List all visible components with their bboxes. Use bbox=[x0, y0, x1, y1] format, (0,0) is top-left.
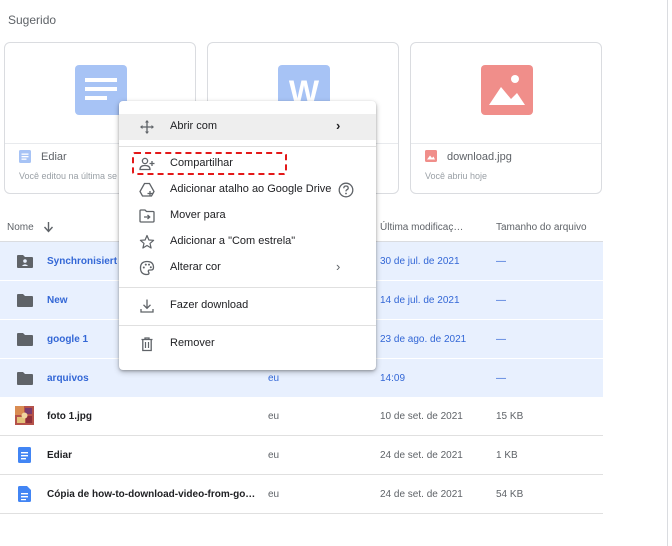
row-date: 24 de set. de 2021 bbox=[380, 450, 463, 461]
folder-icon bbox=[17, 294, 33, 307]
download-icon bbox=[140, 299, 154, 313]
row-name: foto 1.jpg bbox=[47, 411, 92, 422]
row-size: 15 KB bbox=[496, 411, 524, 422]
image-icon bbox=[425, 150, 437, 162]
menu-item-label: Adicionar a "Com estrela" bbox=[170, 235, 296, 247]
table-row[interactable]: Cópia de how-to-download-video-from-go… … bbox=[0, 475, 603, 514]
menu-item-remover[interactable]: Remover bbox=[119, 331, 376, 357]
menu-item-alterar-cor[interactable]: Alterar cor › bbox=[119, 255, 376, 281]
palette-icon bbox=[139, 260, 155, 276]
menu-divider bbox=[119, 287, 376, 288]
photo-thumbnail bbox=[15, 406, 34, 425]
row-name: Synchronisiert bbox=[47, 256, 118, 267]
row-date: 10 de set. de 2021 bbox=[380, 411, 463, 422]
sort-arrow-icon[interactable] bbox=[43, 221, 54, 233]
section-title: Sugerido bbox=[8, 13, 57, 27]
docs-icon bbox=[19, 150, 31, 163]
row-size: 54 KB bbox=[496, 489, 524, 500]
menu-item-fazer-download[interactable]: Fazer download bbox=[119, 293, 376, 319]
row-date: 23 de ago. de 2021 bbox=[380, 334, 467, 345]
chevron-right-icon: › bbox=[336, 118, 341, 133]
card-divider bbox=[411, 143, 601, 144]
star-icon bbox=[139, 234, 155, 249]
suggested-card-image[interactable]: download.jpg Você abriu hoje bbox=[410, 42, 602, 194]
card-meta: Você editou na última se bbox=[19, 171, 118, 181]
card-name: download.jpg bbox=[447, 151, 512, 163]
menu-item-abrir-com[interactable]: Abrir com › bbox=[119, 114, 376, 140]
row-owner: eu bbox=[268, 411, 280, 422]
row-size: 1 KB bbox=[496, 450, 518, 461]
row-name: Ediar bbox=[47, 450, 73, 461]
menu-divider bbox=[119, 325, 376, 326]
card-thumbnail bbox=[411, 43, 601, 143]
column-header-modified[interactable]: Última modificaç… bbox=[380, 222, 463, 233]
trash-icon bbox=[141, 337, 153, 352]
card-name: Ediar bbox=[41, 151, 67, 163]
menu-divider bbox=[119, 146, 376, 147]
row-name: arquivos bbox=[47, 373, 89, 384]
row-size: — bbox=[496, 373, 506, 384]
column-header-name[interactable]: Nome bbox=[7, 222, 34, 233]
row-owner: eu bbox=[268, 450, 280, 461]
card-meta: Você abriu hoje bbox=[425, 171, 488, 181]
docs-icon bbox=[18, 486, 31, 502]
menu-item-label: Mover para bbox=[170, 209, 226, 221]
menu-item-label: Abrir com bbox=[170, 120, 218, 132]
move-folder-icon bbox=[139, 209, 155, 223]
move-arrows-icon bbox=[140, 120, 154, 134]
menu-item-com-estrela[interactable]: Adicionar a "Com estrela" bbox=[119, 229, 376, 255]
row-date: 24 de set. de 2021 bbox=[380, 489, 463, 500]
table-row[interactable]: Ediar eu 24 de set. de 2021 1 KB bbox=[0, 436, 603, 475]
context-menu: Abrir com › Compartilhar Adicionar atalh… bbox=[119, 101, 376, 370]
row-size: — bbox=[496, 256, 506, 267]
folder-icon bbox=[17, 333, 33, 346]
docs-icon bbox=[18, 447, 31, 463]
folder-icon bbox=[17, 372, 33, 385]
help-icon[interactable] bbox=[338, 182, 354, 198]
row-name: New bbox=[47, 295, 68, 306]
row-date: 14:09 bbox=[380, 373, 406, 384]
shared-folder-icon bbox=[17, 255, 33, 268]
chevron-right-icon: › bbox=[336, 259, 341, 274]
row-owner: eu bbox=[268, 373, 280, 384]
menu-item-adicionar-atalho[interactable]: Adicionar atalho ao Google Drive bbox=[119, 177, 376, 203]
drive-shortcut-icon bbox=[139, 182, 155, 197]
menu-item-label: Remover bbox=[170, 337, 215, 349]
row-size: — bbox=[496, 295, 506, 306]
column-header-size[interactable]: Tamanho do arquivo bbox=[496, 222, 587, 233]
row-date: 30 de jul. de 2021 bbox=[380, 256, 460, 267]
menu-item-mover-para[interactable]: Mover para bbox=[119, 203, 376, 229]
menu-item-label: Adicionar atalho ao Google Drive bbox=[170, 183, 332, 195]
menu-item-label: Alterar cor bbox=[170, 261, 221, 273]
annotation-highlight-box bbox=[132, 152, 287, 175]
row-size: — bbox=[496, 334, 506, 345]
row-date: 14 de jul. de 2021 bbox=[380, 295, 460, 306]
table-row[interactable]: foto 1.jpg eu 10 de set. de 2021 15 KB bbox=[0, 397, 603, 436]
row-name: google 1 bbox=[47, 334, 89, 345]
row-owner: eu bbox=[268, 489, 280, 500]
page-edge bbox=[667, 0, 668, 546]
menu-item-label: Fazer download bbox=[170, 299, 249, 311]
row-name: Cópia de how-to-download-video-from-go… bbox=[47, 489, 256, 500]
